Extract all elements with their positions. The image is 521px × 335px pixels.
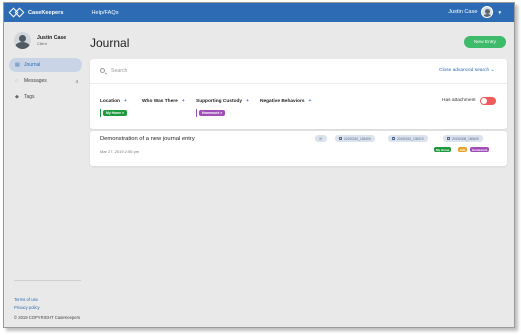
- divider: [90, 83, 507, 84]
- add-icon[interactable]: +: [309, 99, 312, 104]
- chevron-down-icon: ▼: [497, 9, 502, 15]
- sidebar-item-journal[interactable]: ▤ Journal: [9, 58, 82, 72]
- chat-icon: ◌: [15, 78, 18, 84]
- filter-tag-my-home[interactable]: My Home ×: [103, 110, 128, 116]
- image-icon: [392, 137, 395, 140]
- sidebar-item-label: Tags: [24, 94, 35, 100]
- profile-name: Justin Case: [37, 35, 67, 41]
- sidebar-item-messages[interactable]: ◌ Messages 4: [9, 74, 82, 88]
- filter-who-was-there[interactable]: Who Was There +: [142, 99, 185, 104]
- attachment-chip[interactable]: 20190310_125409: [335, 135, 375, 142]
- brand-name: CaseKeepers: [28, 9, 64, 16]
- app-window: CaseKeepers Help/FAQs Justin Case ▼ Just…: [3, 2, 515, 328]
- filter-negative-behaviors[interactable]: Negative Behaviors +: [260, 99, 311, 104]
- sidebar-nav: ▤ Journal ◌ Messages 4 ◆ Tags: [9, 58, 82, 106]
- filter-tag-marker: [100, 109, 101, 117]
- entry-tag: Silk: [458, 147, 468, 152]
- image-icon: [339, 137, 342, 140]
- entry-tag: My Home: [434, 147, 452, 152]
- close-advanced-search-link[interactable]: Close advanced search ⌄: [439, 68, 495, 73]
- user-menu[interactable]: Justin Case ▼: [448, 6, 502, 18]
- profile-role: Client: [37, 42, 47, 46]
- filter-supporting-custody[interactable]: Supporting Custody +: [196, 99, 249, 104]
- sidebar-item-tags[interactable]: ◆ Tags: [9, 90, 82, 104]
- sidebar: Justin Case Client ▤ Journal ◌ Messages …: [4, 22, 84, 327]
- privacy-link[interactable]: Privacy policy: [14, 305, 40, 310]
- filter-tag-homework[interactable]: Homework ×: [199, 110, 226, 116]
- avatar: [14, 32, 31, 49]
- new-entry-button[interactable]: New Entry: [464, 36, 506, 48]
- copyright: © 2019 COPYRIGHT CaseKeepers: [14, 315, 81, 320]
- sidebar-divider: [14, 280, 81, 281]
- filter-tag-marker: [196, 109, 197, 117]
- search-input[interactable]: [111, 66, 411, 75]
- book-icon: ▤: [15, 62, 20, 68]
- user-avatar: [481, 6, 494, 18]
- logo-icon: [8, 7, 25, 18]
- more-attachments-chip[interactable]: 3+: [315, 135, 327, 142]
- add-icon[interactable]: +: [124, 99, 127, 104]
- journal-entry[interactable]: Demonstration of a new journal entry Mar…: [90, 131, 507, 166]
- top-bar: CaseKeepers Help/FAQs Justin Case ▼: [4, 3, 514, 22]
- help-faqs-link[interactable]: Help/FAQs: [91, 10, 118, 16]
- image-icon: [447, 137, 450, 140]
- has-attachment-toggle[interactable]: [480, 97, 496, 105]
- page-title: Journal: [90, 36, 130, 50]
- entry-date: Mar 27, 2019 2:06 pm: [100, 149, 140, 154]
- search-panel: Close advanced search ⌄ Location+ Who Wa…: [90, 59, 507, 129]
- has-attachment-label: Has attachment: [442, 98, 476, 103]
- tag-icon: ◆: [15, 94, 19, 100]
- messages-count: 4: [75, 78, 78, 84]
- search-icon: [100, 68, 105, 73]
- terms-link[interactable]: Terms of use: [14, 297, 40, 302]
- add-icon[interactable]: +: [246, 99, 249, 104]
- add-icon[interactable]: +: [182, 99, 185, 104]
- entry-tag: Homework: [470, 147, 490, 152]
- logo[interactable]: CaseKeepers: [8, 7, 64, 18]
- sidebar-item-label: Journal: [24, 62, 41, 68]
- sidebar-item-label: Messages: [24, 78, 47, 84]
- filter-location[interactable]: Location +: [100, 99, 127, 104]
- attachment-chip[interactable]: 20190310_130010: [388, 135, 428, 142]
- user-name: Justin Case: [448, 9, 478, 15]
- entry-title[interactable]: Demonstration of a new journal entry: [100, 136, 195, 142]
- profile: Justin Case Client: [14, 32, 66, 49]
- attachment-chip[interactable]: 20190308_160849: [443, 135, 483, 142]
